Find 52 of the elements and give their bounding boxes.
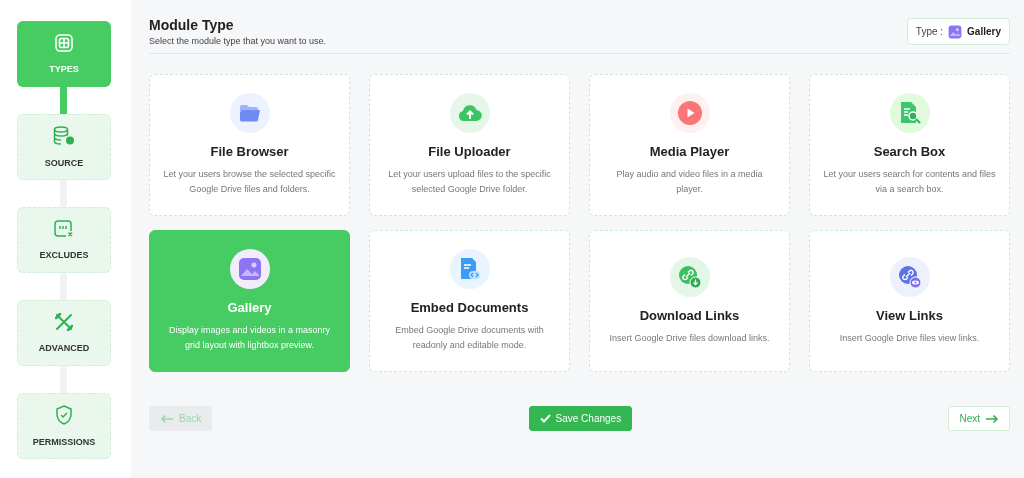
grid-icon: [55, 34, 73, 52]
check-icon: [539, 414, 551, 423]
step-tab[interactable]: SOURCE: [17, 114, 111, 180]
tools-icon: [55, 313, 73, 331]
module-card[interactable]: View Links Insert Google Drive files view links.: [809, 230, 1010, 372]
document-search-icon: [898, 101, 921, 125]
module-description: Display images and videos in a masonry grid layout with lightbox preview.: [167, 324, 332, 352]
step-connector: [60, 273, 67, 300]
module-description: Play audio and video files in a media player.: [615, 168, 764, 196]
shield-check-icon: [55, 405, 73, 425]
module-card[interactable]: Search Box Let your users search for contents and files via a search box.: [809, 74, 1010, 216]
step-connector: [60, 180, 67, 207]
module-title: Gallery: [227, 300, 272, 315]
play-icon: [677, 101, 702, 125]
document-code-icon: [458, 257, 481, 281]
module-title: Media Player: [649, 144, 730, 159]
step-connector: [60, 366, 67, 393]
page-subtitle: Select the module type that you want to use.: [149, 36, 327, 46]
excluded-box-icon: [54, 220, 74, 238]
module-title: File Uploader: [428, 144, 511, 159]
step-tab[interactable]: ADVANCED: [17, 300, 111, 366]
module-title: Search Box: [873, 144, 946, 159]
step-tab[interactable]: EXCLUDES: [17, 207, 111, 273]
link-download-icon: [677, 264, 702, 289]
module-card[interactable]: Embed Documents Embed Google Drive documents with readonly and editable mode.: [369, 230, 570, 372]
module-description: Insert Google Drive files view links.: [839, 331, 980, 345]
image-icon: [948, 24, 963, 39]
type-label: Type :: [915, 26, 944, 37]
arrow-right-icon: [985, 413, 999, 424]
module-title: File Browser: [210, 144, 289, 159]
module-description: Embed Google Drive documents with readonly and editable mode.: [394, 324, 545, 352]
module-description: Let your users upload files to the specific selected Google Drive folder.: [387, 168, 552, 196]
arrow-left-icon: [160, 413, 174, 424]
type-value: Gallery: [967, 26, 1001, 37]
module-description: Let your users browse the selected specific Google Drive files and folders.: [162, 168, 337, 196]
page-title: Module Type: [149, 17, 235, 33]
step-connector: [60, 87, 67, 114]
module-title: Embed Documents: [410, 300, 529, 315]
image-icon: [237, 257, 262, 281]
folder-icon: [238, 104, 261, 122]
module-card[interactable]: Media Player Play audio and video files in a media player.: [589, 74, 790, 216]
database-icon: [53, 126, 75, 146]
step-tab[interactable]: PERMISSIONS: [17, 393, 111, 459]
link-view-icon: [897, 264, 922, 289]
module-description: Let your users search for contents and files via a search box.: [822, 168, 997, 196]
module-title: Download Links: [639, 307, 740, 323]
module-card[interactable]: Download Links Insert Google Drive files download links.: [589, 230, 790, 372]
module-title: View Links: [876, 307, 943, 323]
module-card[interactable]: File Browser Let your users browse the selected specific Google Drive files and folders.: [149, 74, 350, 216]
module-description: Insert Google Drive files download links.: [609, 331, 770, 345]
module-card[interactable]: File Uploader Let your users upload files to the specific selected Google Drive folder.: [369, 74, 570, 216]
cloud-upload-icon: [457, 104, 482, 122]
